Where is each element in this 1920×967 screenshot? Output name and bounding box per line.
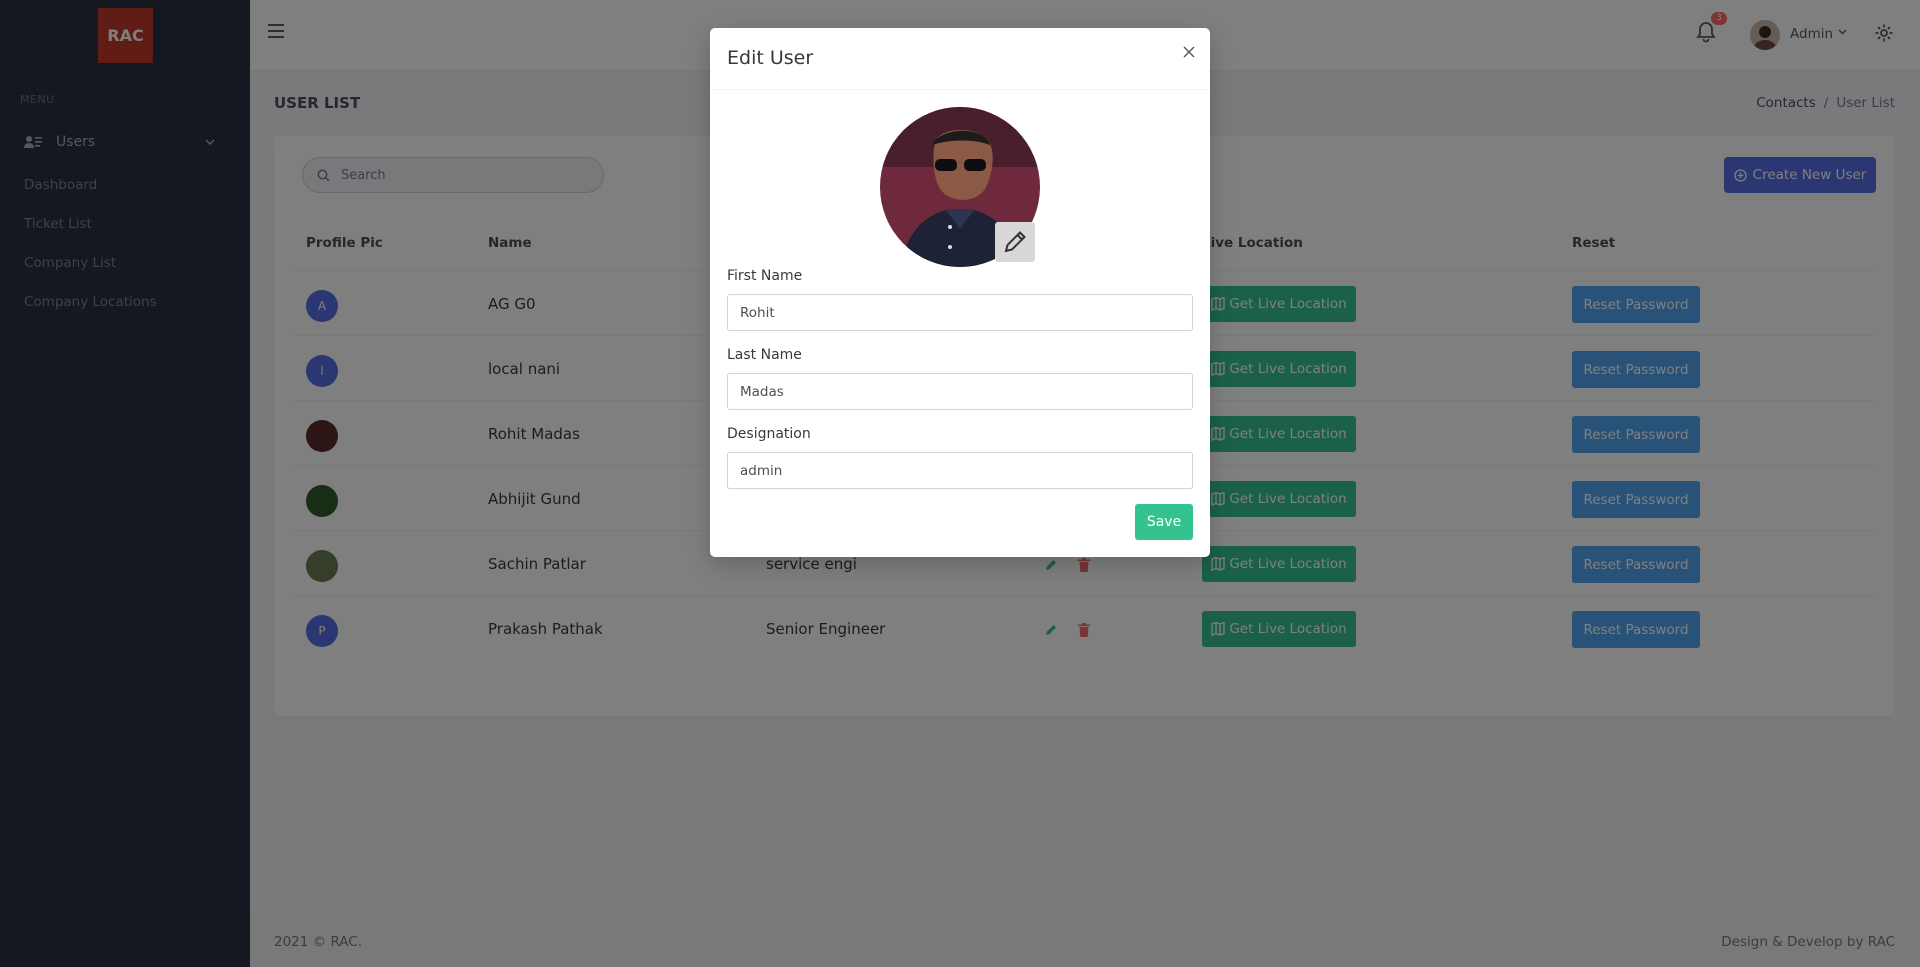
- pencil-icon: [1004, 231, 1026, 253]
- edit-user-modal: Edit User First Name Last Name Designati…: [710, 28, 1210, 557]
- first-name-label: First Name: [727, 268, 803, 284]
- close-button[interactable]: [1180, 44, 1198, 62]
- last-name-field[interactable]: [727, 373, 1193, 410]
- modal-title: Edit User: [727, 47, 814, 69]
- modal-header: Edit User: [710, 28, 1210, 90]
- designation-label: Designation: [727, 426, 811, 442]
- close-icon: [1183, 46, 1195, 57]
- first-name-field[interactable]: [727, 294, 1193, 331]
- save-button[interactable]: Save: [1135, 504, 1193, 540]
- last-name-label: Last Name: [727, 347, 802, 363]
- designation-field[interactable]: [727, 452, 1193, 489]
- edit-photo-button[interactable]: [995, 222, 1035, 262]
